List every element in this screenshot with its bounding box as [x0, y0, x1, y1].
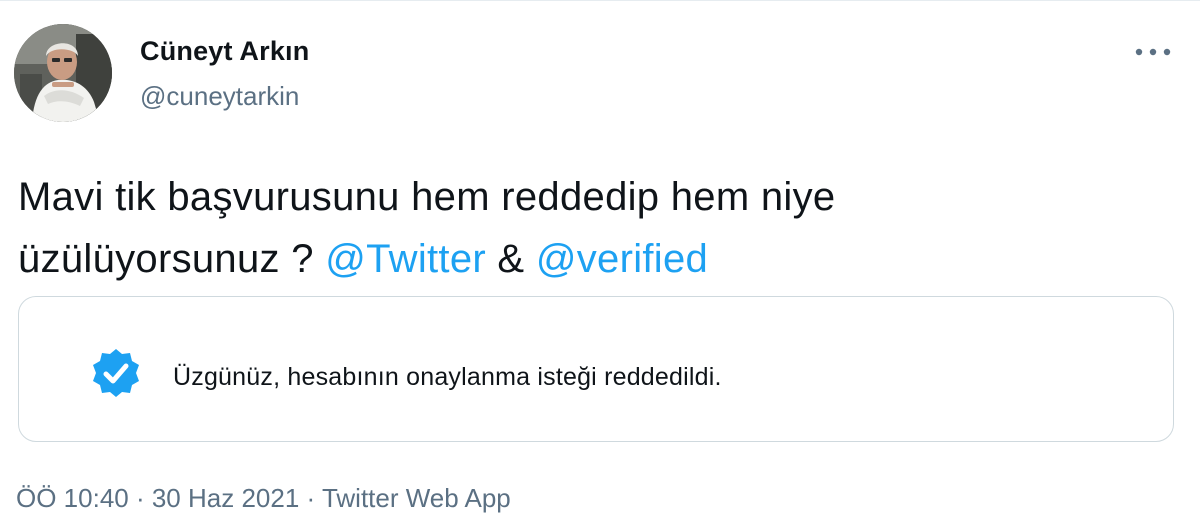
meta-separator-1: · [128, 483, 152, 513]
meta-separator-2: · [299, 483, 322, 513]
tweet-time-link[interactable]: ÖÖ 10:40 [16, 483, 129, 513]
more-dots-icon [1135, 48, 1171, 56]
tweet-text-line-2-prefix: üzülüyorsunuz ? [18, 237, 326, 281]
mention-twitter-link[interactable]: @Twitter [325, 237, 486, 281]
verified-badge-icon [93, 349, 139, 397]
ampersand-text: & [486, 237, 536, 281]
top-divider [0, 0, 1200, 1]
avatar[interactable] [14, 24, 112, 122]
tweet-meta: ÖÖ 10:40 · 30 Haz 2021 · Twitter Web App [16, 483, 511, 514]
tweet-source-link[interactable]: Twitter Web App [322, 483, 511, 513]
notice-text: Üzgünüz, hesabının onaylanma isteği redd… [173, 363, 722, 391]
tweet-text-line-2: üzülüyorsunuz ? @Twitter & @verified [18, 228, 1168, 290]
tweet-date-link[interactable]: 30 Haz 2021 [152, 483, 299, 513]
user-handle[interactable]: @cuneytarkin [140, 81, 299, 112]
avatar-photo [14, 24, 112, 122]
tweet-text-line-1: Mavi tik başvurusunu hem reddedip hem ni… [18, 175, 836, 219]
tweet-text: Mavi tik başvurusunu hem reddedip hem ni… [18, 166, 1168, 290]
more-options-button[interactable] [1130, 38, 1176, 66]
mention-verified-link[interactable]: @verified [536, 237, 708, 281]
rejection-notice-card: Üzgünüz, hesabının onaylanma isteği redd… [18, 296, 1174, 442]
user-name[interactable]: Cüneyt Arkın [140, 36, 309, 67]
